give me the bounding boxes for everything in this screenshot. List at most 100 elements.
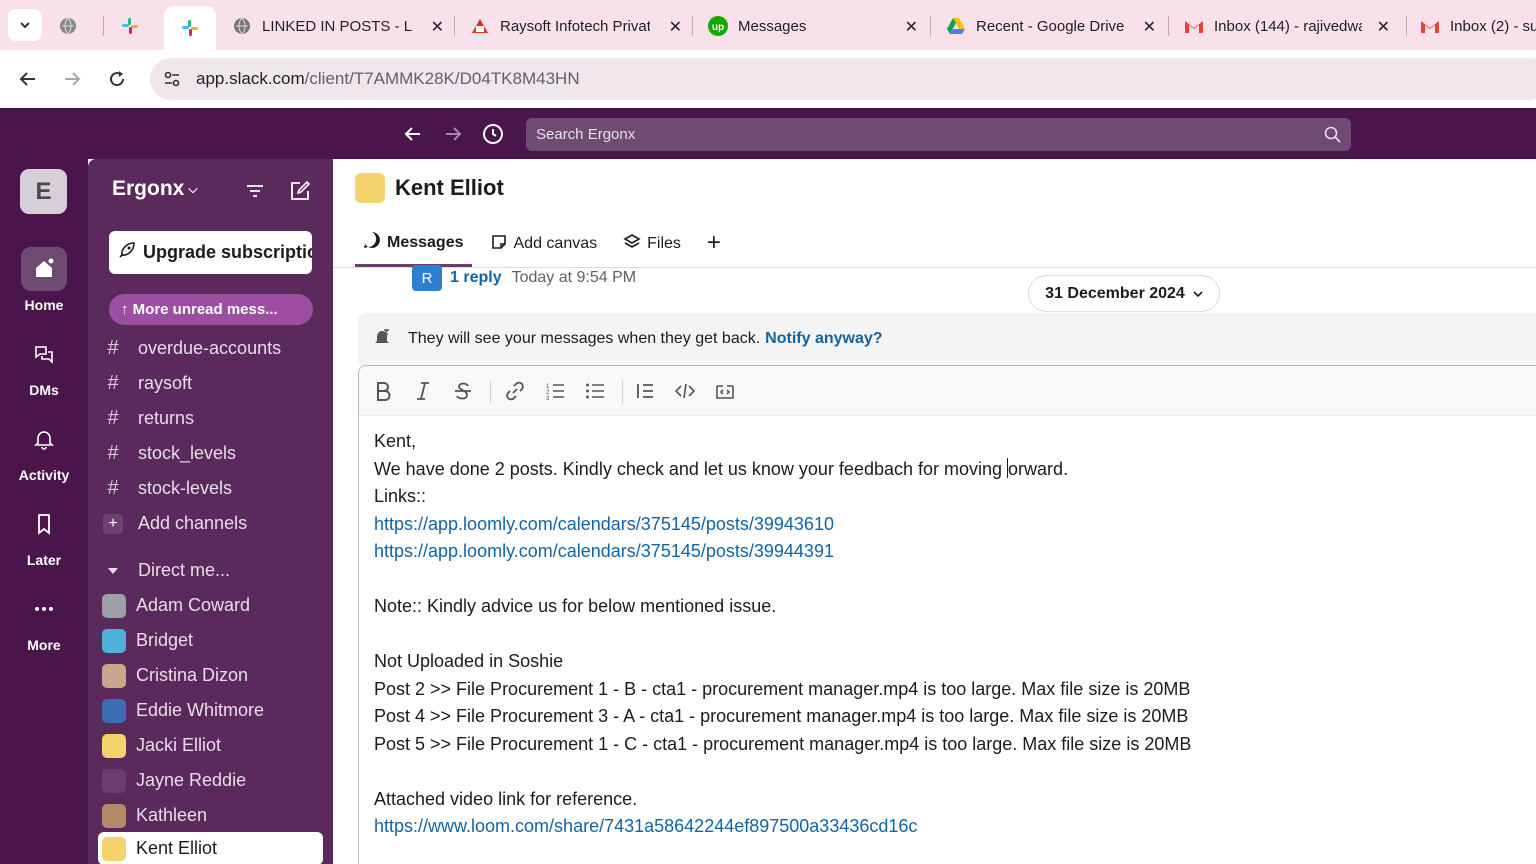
notify-anyway-link[interactable]: Notify anyway?	[765, 330, 882, 348]
code-block-icon[interactable]	[712, 378, 738, 404]
upgrade-subscription-button[interactable]: Upgrade subscription	[109, 231, 312, 274]
more-unread-button[interactable]: ↑ More unread mess...	[109, 294, 313, 325]
rail-dms[interactable]: DMs	[0, 332, 88, 398]
dm-kathleen[interactable]: Kathleen	[98, 799, 323, 832]
dm-adam-coward[interactable]: Adam Coward	[98, 589, 323, 622]
gmail-icon	[1420, 16, 1440, 36]
compose-icon[interactable]	[288, 179, 312, 203]
slack-back-button[interactable]	[398, 119, 428, 149]
globe-icon	[58, 16, 78, 36]
history-button[interactable]	[478, 119, 508, 149]
dm-cristina-dizon[interactable]: Cristina Dizon	[98, 659, 323, 692]
message-composer[interactable]: 123 Kent, We have done 2 posts. Kindly c…	[358, 365, 1536, 864]
close-icon[interactable]: ✕	[1143, 17, 1156, 37]
tab-search-button[interactable]	[8, 9, 42, 41]
rail-home[interactable]: Home	[0, 247, 88, 313]
arrow-right-icon	[65, 72, 81, 86]
raysoft-icon	[470, 16, 490, 36]
blockquote-icon[interactable]	[632, 378, 658, 404]
channel-stock-levels-underscore[interactable]: # stock_levels	[98, 437, 323, 470]
avatar	[102, 768, 126, 793]
dm-bridget[interactable]: Bridget	[98, 624, 323, 657]
tab-messages[interactable]: Messages	[355, 229, 472, 267]
browser-tab-1[interactable]	[58, 6, 94, 46]
layers-icon	[623, 233, 641, 256]
dm-label: Bridget	[136, 630, 194, 650]
channel-returns[interactable]: # returns	[98, 402, 323, 435]
dm-jayne-reddie[interactable]: Jayne Reddie	[98, 764, 323, 797]
close-icon[interactable]: ✕	[1377, 17, 1390, 37]
browser-tab-google-drive[interactable]: Recent - Google Drive ✕	[946, 6, 1160, 46]
browser-tab-2[interactable]	[120, 6, 156, 46]
plus-icon: +	[103, 513, 123, 534]
avatar	[102, 698, 126, 723]
code-icon[interactable]	[672, 378, 698, 404]
close-icon[interactable]: ✕	[905, 17, 918, 37]
rail-more[interactable]: More	[0, 587, 88, 653]
toolbar-separator	[490, 381, 491, 403]
canvas-icon	[490, 233, 508, 256]
direct-messages-section-header[interactable]: Direct me...	[98, 554, 323, 587]
site-info-icon[interactable]	[162, 69, 182, 89]
thread-reply-summary[interactable]: R 1 reply Today at 9:54 PM	[412, 265, 636, 291]
dm-kent-elliot[interactable]: Kent Elliot	[98, 832, 323, 864]
browser-tab-gmail-2[interactable]: Inbox (2) - su	[1420, 6, 1536, 46]
url-text: app.slack.com/client/T7AMMK28K/D04TK8M43…	[196, 69, 580, 89]
add-tab-button[interactable]: +	[707, 227, 721, 267]
close-icon[interactable]: ✕	[669, 17, 682, 37]
rail-activity[interactable]: Activity	[0, 417, 88, 483]
home-icon	[21, 247, 67, 291]
bulleted-list-icon[interactable]	[582, 378, 608, 404]
rail-label: DMs	[29, 382, 59, 398]
reload-button[interactable]	[102, 64, 132, 94]
loomly-link-1[interactable]: https://app.loomly.com/calendars/375145/…	[374, 514, 834, 534]
italic-icon[interactable]	[410, 378, 436, 404]
conversation-header[interactable]: Kent Elliot	[355, 173, 504, 203]
workspace-name-button[interactable]: Ergonx ⌵	[112, 177, 197, 201]
close-icon[interactable]: ✕	[431, 17, 444, 37]
slack-icon	[120, 16, 140, 36]
reply-count-link[interactable]: 1 reply	[450, 269, 502, 287]
bold-icon[interactable]	[370, 378, 396, 404]
address-bar[interactable]: app.slack.com/client/T7AMMK28K/D04TK8M43…	[150, 58, 1536, 100]
link-icon[interactable]	[502, 378, 528, 404]
loomly-link-2[interactable]: https://app.loomly.com/calendars/375145/…	[374, 541, 834, 561]
composer-text[interactable]: Kent, We have done 2 posts. Kindly check…	[374, 428, 1191, 841]
strikethrough-icon[interactable]	[450, 378, 476, 404]
tab-files[interactable]: Files	[623, 229, 681, 267]
loom-video-link[interactable]: https://www.loom.com/share/7431a58642244…	[374, 816, 917, 836]
clock-icon	[483, 124, 503, 144]
dm-jacki-elliot[interactable]: Jacki Elliot	[98, 729, 323, 762]
forward-button[interactable]	[57, 64, 87, 94]
filter-icon[interactable]	[243, 179, 267, 203]
svg-text:up: up	[712, 22, 724, 33]
dm-eddie-whitmore[interactable]: Eddie Whitmore	[98, 694, 323, 727]
browser-tab-linkedin-posts[interactable]: LINKED IN POSTS - LO ✕	[232, 6, 448, 46]
add-channels-button[interactable]: + Add channels	[98, 507, 323, 540]
browser-tab-raysoft[interactable]: Raysoft Infotech Privat ✕	[470, 6, 686, 46]
browser-tab-messages[interactable]: up Messages ✕	[708, 6, 922, 46]
reply-timestamp: Today at 9:54 PM	[511, 269, 637, 286]
slack-search-bar[interactable]: Search Ergonx	[526, 118, 1351, 151]
slack-forward-button[interactable]	[438, 119, 468, 149]
browser-tab-gmail-1[interactable]: Inbox (144) - rajivedwa ✕	[1184, 6, 1394, 46]
svg-text:3: 3	[546, 396, 550, 401]
back-button[interactable]	[13, 64, 43, 94]
chevron-down-icon	[20, 22, 30, 29]
hash-icon: #	[107, 442, 119, 464]
tab-add-canvas[interactable]: Add canvas	[490, 229, 597, 267]
workspace-avatar[interactable]: E	[20, 169, 67, 214]
tab-title: LINKED IN POSTS - LO	[262, 17, 412, 35]
numbered-list-icon[interactable]: 123	[542, 378, 568, 404]
channel-label: returns	[138, 408, 195, 428]
channel-stock-levels[interactable]: # stock-levels	[98, 472, 323, 505]
arrow-left-icon	[404, 127, 420, 141]
channel-raysoft[interactable]: # raysoft	[98, 367, 323, 400]
rail-later[interactable]: Later	[0, 502, 88, 568]
search-placeholder: Search Ergonx	[536, 126, 636, 143]
browser-tab-active[interactable]	[164, 6, 216, 50]
hash-icon: #	[107, 477, 119, 499]
date-divider-button[interactable]: 31 December 2024	[1028, 275, 1220, 312]
channel-overdue-accounts[interactable]: # overdue-accounts	[98, 332, 323, 365]
channel-label: stock_levels	[138, 443, 237, 463]
